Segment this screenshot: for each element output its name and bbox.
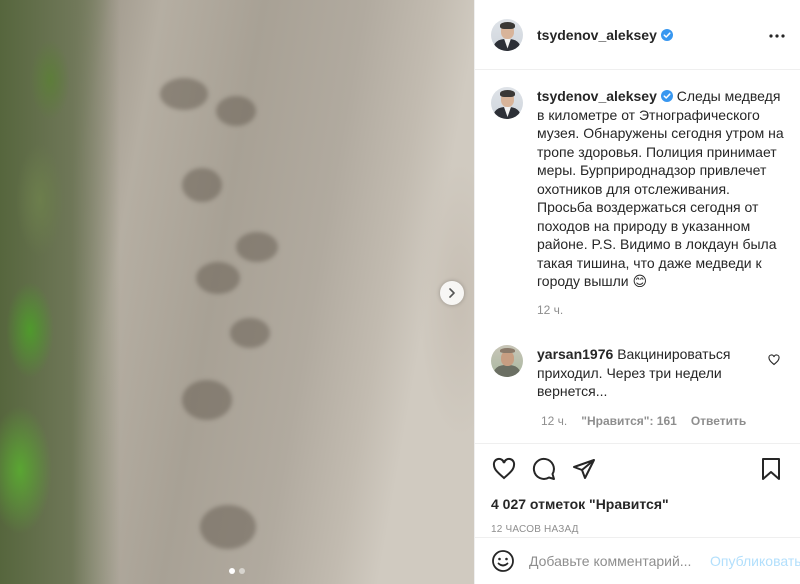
likes-count: 4 027 отметок "Нравится" <box>491 496 784 512</box>
like-button[interactable] <box>491 456 517 482</box>
heart-icon <box>768 354 780 366</box>
emoji-button[interactable] <box>491 548 515 574</box>
post-timestamp[interactable]: 12 ЧАСОВ НАЗАД <box>491 524 784 535</box>
comment-likes-count[interactable]: "Нравится": 161 <box>581 414 677 428</box>
heart-icon <box>492 457 516 480</box>
post-header: tsydenov_aleksey <box>475 0 800 70</box>
carousel-dot-active <box>229 568 235 574</box>
author-avatar[interactable] <box>491 18 523 51</box>
more-options-button[interactable] <box>768 26 786 42</box>
bear-track <box>160 78 208 110</box>
comment-reply-button[interactable]: Ответить <box>691 414 746 428</box>
commenter-avatar[interactable] <box>491 345 523 377</box>
bear-track <box>216 96 256 126</box>
comments-list[interactable]: tsydenov_aleksey Следы медведя в километ… <box>475 71 800 443</box>
caption-text: Следы медведя в километре от Этнографиче… <box>537 88 784 289</box>
comment-input[interactable] <box>529 553 710 569</box>
add-comment-bar: Опубликовать <box>475 537 800 584</box>
post-photo[interactable] <box>0 0 474 584</box>
author-username[interactable]: tsydenov_aleksey <box>537 27 657 43</box>
bear-track <box>182 168 222 202</box>
comment-meta: 12 ч. "Нравится": 161 Ответить <box>541 414 784 428</box>
share-button[interactable] <box>571 456 597 482</box>
likes-count-link[interactable]: 4 027 отметок "Нравится" <box>491 496 669 512</box>
bear-track <box>182 380 232 420</box>
carousel-next-button[interactable] <box>440 281 464 305</box>
comment-icon <box>532 457 555 480</box>
post-actions: 4 027 отметок "Нравится" 12 ЧАСОВ НАЗАД <box>475 443 800 535</box>
post-sidebar: tsydenov_aleksey tsydenov_aleksey Следы … <box>474 0 800 584</box>
caption-author-avatar[interactable] <box>491 87 523 119</box>
carousel-indicator <box>0 568 474 574</box>
comment-age[interactable]: 12 ч. <box>541 414 567 428</box>
emoji-icon <box>492 550 514 572</box>
share-icon <box>573 459 595 479</box>
bear-track <box>230 318 270 348</box>
bear-track <box>196 262 240 294</box>
save-button[interactable] <box>758 456 784 482</box>
verified-badge-icon <box>660 28 673 41</box>
bookmark-icon <box>762 458 780 480</box>
caption-author-username[interactable]: tsydenov_aleksey <box>537 88 657 104</box>
comment-button[interactable] <box>531 456 557 482</box>
bear-track <box>236 232 278 262</box>
verified-badge-icon <box>660 90 673 102</box>
photo-grass <box>0 0 120 584</box>
chevron-right-icon <box>449 288 455 298</box>
comment-like-button[interactable] <box>768 353 780 369</box>
comment-item: yarsan1976 Вакцинироваться приходил. Чер… <box>491 345 784 401</box>
publish-button[interactable]: Опубликовать <box>710 553 800 569</box>
carousel-dot <box>239 568 245 574</box>
commenter-username[interactable]: yarsan1976 <box>537 346 613 362</box>
more-options-icon <box>769 34 785 38</box>
bear-track <box>200 505 256 549</box>
post-caption: tsydenov_aleksey Следы медведя в километ… <box>491 87 784 319</box>
caption-age[interactable]: 12 ч. <box>537 301 784 320</box>
